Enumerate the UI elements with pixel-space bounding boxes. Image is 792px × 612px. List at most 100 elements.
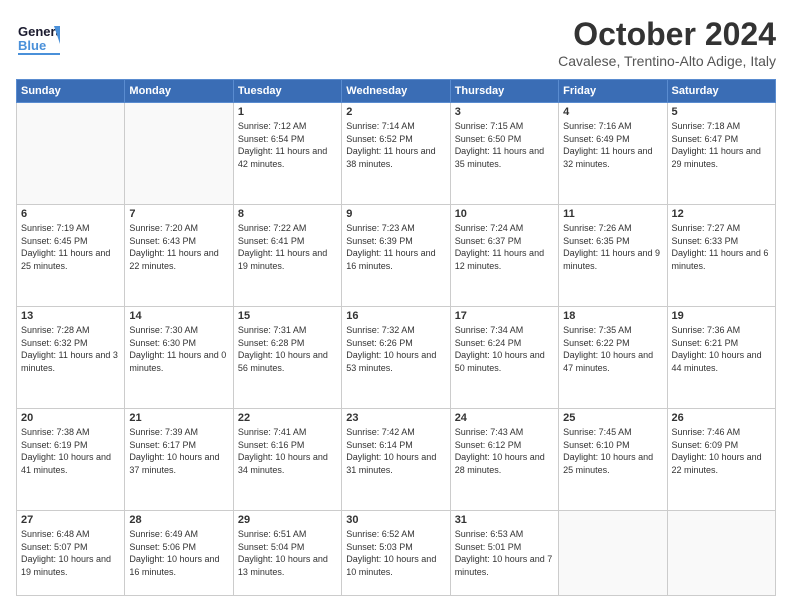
cell-content: Sunrise: 7:45 AMSunset: 6:10 PMDaylight:… <box>563 426 662 476</box>
day-number: 29 <box>238 514 337 526</box>
month-title: October 2024 <box>558 16 776 53</box>
week-row-2: 6Sunrise: 7:19 AMSunset: 6:45 PMDaylight… <box>17 205 776 307</box>
calendar-cell: 31 Sunrise: 6:53 AMSunset: 5:01 PMDayligh… <box>450 511 558 596</box>
calendar-cell: 8Sunrise: 7:22 AMSunset: 6:41 PMDaylight… <box>233 205 341 307</box>
calendar-cell: 22Sunrise: 7:41 AMSunset: 6:16 PMDayligh… <box>233 409 341 511</box>
cell-content: Sunrise: 7:26 AMSunset: 6:35 PMDaylight:… <box>563 222 662 272</box>
cell-content: Sunrise: 7:32 AMSunset: 6:26 PMDaylight:… <box>346 324 445 374</box>
cell-content: Sunrise: 7:39 AMSunset: 6:17 PMDaylight:… <box>129 426 228 476</box>
calendar-cell <box>125 103 233 205</box>
day-number: 24 <box>455 412 554 424</box>
cell-content: Sunrise: 7:30 AMSunset: 6:30 PMDaylight:… <box>129 324 228 374</box>
day-number: 7 <box>129 208 228 220</box>
calendar-cell: 10 Sunrise: 7:24 AMSunset: 6:37 PMDayligh… <box>450 205 558 307</box>
calendar-cell: 21 Sunrise: 7:39 AMSunset: 6:17 PMDayligh… <box>125 409 233 511</box>
day-number: 8 <box>238 208 337 220</box>
calendar-cell: 16 Sunrise: 7:32 AMSunset: 6:26 PMDayligh… <box>342 307 450 409</box>
calendar-cell: 12Sunrise: 7:27 AMSunset: 6:33 PMDayligh… <box>667 205 775 307</box>
day-number: 1 <box>238 106 337 118</box>
cell-content: Sunrise: 7:46 AMSunset: 6:09 PMDaylight:… <box>672 426 771 476</box>
day-number: 26 <box>672 412 771 424</box>
day-number: 5 <box>672 106 771 118</box>
day-number: 14 <box>129 310 228 322</box>
cell-content: Sunrise: 7:24 AMSunset: 6:37 PMDaylight:… <box>455 222 554 272</box>
calendar-cell: 20 Sunrise: 7:38 AMSunset: 6:19 PMDayligh… <box>17 409 125 511</box>
day-number: 31 <box>455 514 554 526</box>
logo-icon: General Blue <box>16 16 60 60</box>
cell-content: Sunrise: 6:52 AMSunset: 5:03 PMDaylight:… <box>346 528 445 578</box>
week-row-3: 13 Sunrise: 7:28 AMSunset: 6:32 PMDayligh… <box>17 307 776 409</box>
day-number: 2 <box>346 106 445 118</box>
cell-content: Sunrise: 7:35 AMSunset: 6:22 PMDaylight:… <box>563 324 662 374</box>
day-number: 4 <box>563 106 662 118</box>
week-row-5: 27 Sunrise: 6:48 AMSunset: 5:07 PMDayligh… <box>17 511 776 596</box>
calendar-cell <box>559 511 667 596</box>
day-number: 18 <box>563 310 662 322</box>
day-number: 23 <box>346 412 445 424</box>
cell-content: Sunrise: 7:36 AMSunset: 6:21 PMDaylight:… <box>672 324 771 374</box>
calendar-cell: 24 Sunrise: 7:43 AMSunset: 6:12 PMDayligh… <box>450 409 558 511</box>
calendar-cell: 3Sunrise: 7:15 AMSunset: 6:50 PMDaylight… <box>450 103 558 205</box>
calendar-cell: 9 Sunrise: 7:23 AMSunset: 6:39 PMDaylight… <box>342 205 450 307</box>
cell-content: Sunrise: 7:34 AMSunset: 6:24 PMDaylight:… <box>455 324 554 374</box>
calendar-cell: 15 Sunrise: 7:31 AMSunset: 6:28 PMDayligh… <box>233 307 341 409</box>
day-number: 3 <box>455 106 554 118</box>
svg-text:Blue: Blue <box>18 38 46 53</box>
week-row-1: 1Sunrise: 7:12 AMSunset: 6:54 PMDaylight… <box>17 103 776 205</box>
cell-content: Sunrise: 7:43 AMSunset: 6:12 PMDaylight:… <box>455 426 554 476</box>
calendar-cell: 4 Sunrise: 7:16 AMSunset: 6:49 PMDaylight… <box>559 103 667 205</box>
weekday-header-tuesday: Tuesday <box>233 80 341 103</box>
calendar-cell: 29 Sunrise: 6:51 AMSunset: 5:04 PMDayligh… <box>233 511 341 596</box>
header: General Blue October 2024 Cavalese, Tren… <box>16 16 776 69</box>
cell-content: Sunrise: 7:38 AMSunset: 6:19 PMDaylight:… <box>21 426 120 476</box>
calendar-cell: 7 Sunrise: 7:20 AMSunset: 6:43 PMDaylight… <box>125 205 233 307</box>
calendar-cell: 11 Sunrise: 7:26 AMSunset: 6:35 PMDayligh… <box>559 205 667 307</box>
calendar-cell: 2 Sunrise: 7:14 AMSunset: 6:52 PMDaylight… <box>342 103 450 205</box>
weekday-header-monday: Monday <box>125 80 233 103</box>
cell-content: Sunrise: 7:20 AMSunset: 6:43 PMDaylight:… <box>129 222 228 272</box>
day-number: 17 <box>455 310 554 322</box>
calendar-cell: 18 Sunrise: 7:35 AMSunset: 6:22 PMDayligh… <box>559 307 667 409</box>
day-number: 13 <box>21 310 120 322</box>
calendar-cell: 27 Sunrise: 6:48 AMSunset: 5:07 PMDayligh… <box>17 511 125 596</box>
day-number: 30 <box>346 514 445 526</box>
day-number: 19 <box>672 310 771 322</box>
day-number: 21 <box>129 412 228 424</box>
cell-content: Sunrise: 6:53 AMSunset: 5:01 PMDaylight:… <box>455 528 554 578</box>
calendar-cell: 17 Sunrise: 7:34 AMSunset: 6:24 PMDayligh… <box>450 307 558 409</box>
weekday-header-row: SundayMondayTuesdayWednesdayThursdayFrid… <box>17 80 776 103</box>
weekday-header-friday: Friday <box>559 80 667 103</box>
cell-content: Sunrise: 7:23 AMSunset: 6:39 PMDaylight:… <box>346 222 445 272</box>
calendar-cell: 1Sunrise: 7:12 AMSunset: 6:54 PMDaylight… <box>233 103 341 205</box>
calendar-cell: 28Sunrise: 6:49 AMSunset: 5:06 PMDayligh… <box>125 511 233 596</box>
cell-content: Sunrise: 7:41 AMSunset: 6:16 PMDaylight:… <box>238 426 337 476</box>
cell-content: Sunrise: 7:18 AMSunset: 6:47 PMDaylight:… <box>672 120 771 170</box>
week-row-4: 20 Sunrise: 7:38 AMSunset: 6:19 PMDayligh… <box>17 409 776 511</box>
calendar-cell: 19 Sunrise: 7:36 AMSunset: 6:21 PMDayligh… <box>667 307 775 409</box>
day-number: 6 <box>21 208 120 220</box>
day-number: 27 <box>21 514 120 526</box>
day-number: 20 <box>21 412 120 424</box>
calendar-cell: 5 Sunrise: 7:18 AMSunset: 6:47 PMDaylight… <box>667 103 775 205</box>
day-number: 9 <box>346 208 445 220</box>
cell-content: Sunrise: 7:28 AMSunset: 6:32 PMDaylight:… <box>21 324 120 374</box>
weekday-header-saturday: Saturday <box>667 80 775 103</box>
cell-content: Sunrise: 7:27 AMSunset: 6:33 PMDaylight:… <box>672 222 771 272</box>
logo: General Blue <box>16 16 60 60</box>
day-number: 16 <box>346 310 445 322</box>
title-block: October 2024 Cavalese, Trentino-Alto Adi… <box>558 16 776 69</box>
day-number: 15 <box>238 310 337 322</box>
cell-content: Sunrise: 6:48 AMSunset: 5:07 PMDaylight:… <box>21 528 120 578</box>
calendar-cell: 14 Sunrise: 7:30 AMSunset: 6:30 PMDayligh… <box>125 307 233 409</box>
cell-content: Sunrise: 7:16 AMSunset: 6:49 PMDaylight:… <box>563 120 662 170</box>
cell-content: Sunrise: 6:51 AMSunset: 5:04 PMDaylight:… <box>238 528 337 578</box>
calendar-cell: 13 Sunrise: 7:28 AMSunset: 6:32 PMDayligh… <box>17 307 125 409</box>
day-number: 10 <box>455 208 554 220</box>
svg-text:General: General <box>18 24 60 39</box>
cell-content: Sunrise: 7:14 AMSunset: 6:52 PMDaylight:… <box>346 120 445 170</box>
cell-content: Sunrise: 7:31 AMSunset: 6:28 PMDaylight:… <box>238 324 337 374</box>
calendar-cell <box>667 511 775 596</box>
day-number: 28 <box>129 514 228 526</box>
calendar-cell: 26 Sunrise: 7:46 AMSunset: 6:09 PMDayligh… <box>667 409 775 511</box>
day-number: 11 <box>563 208 662 220</box>
